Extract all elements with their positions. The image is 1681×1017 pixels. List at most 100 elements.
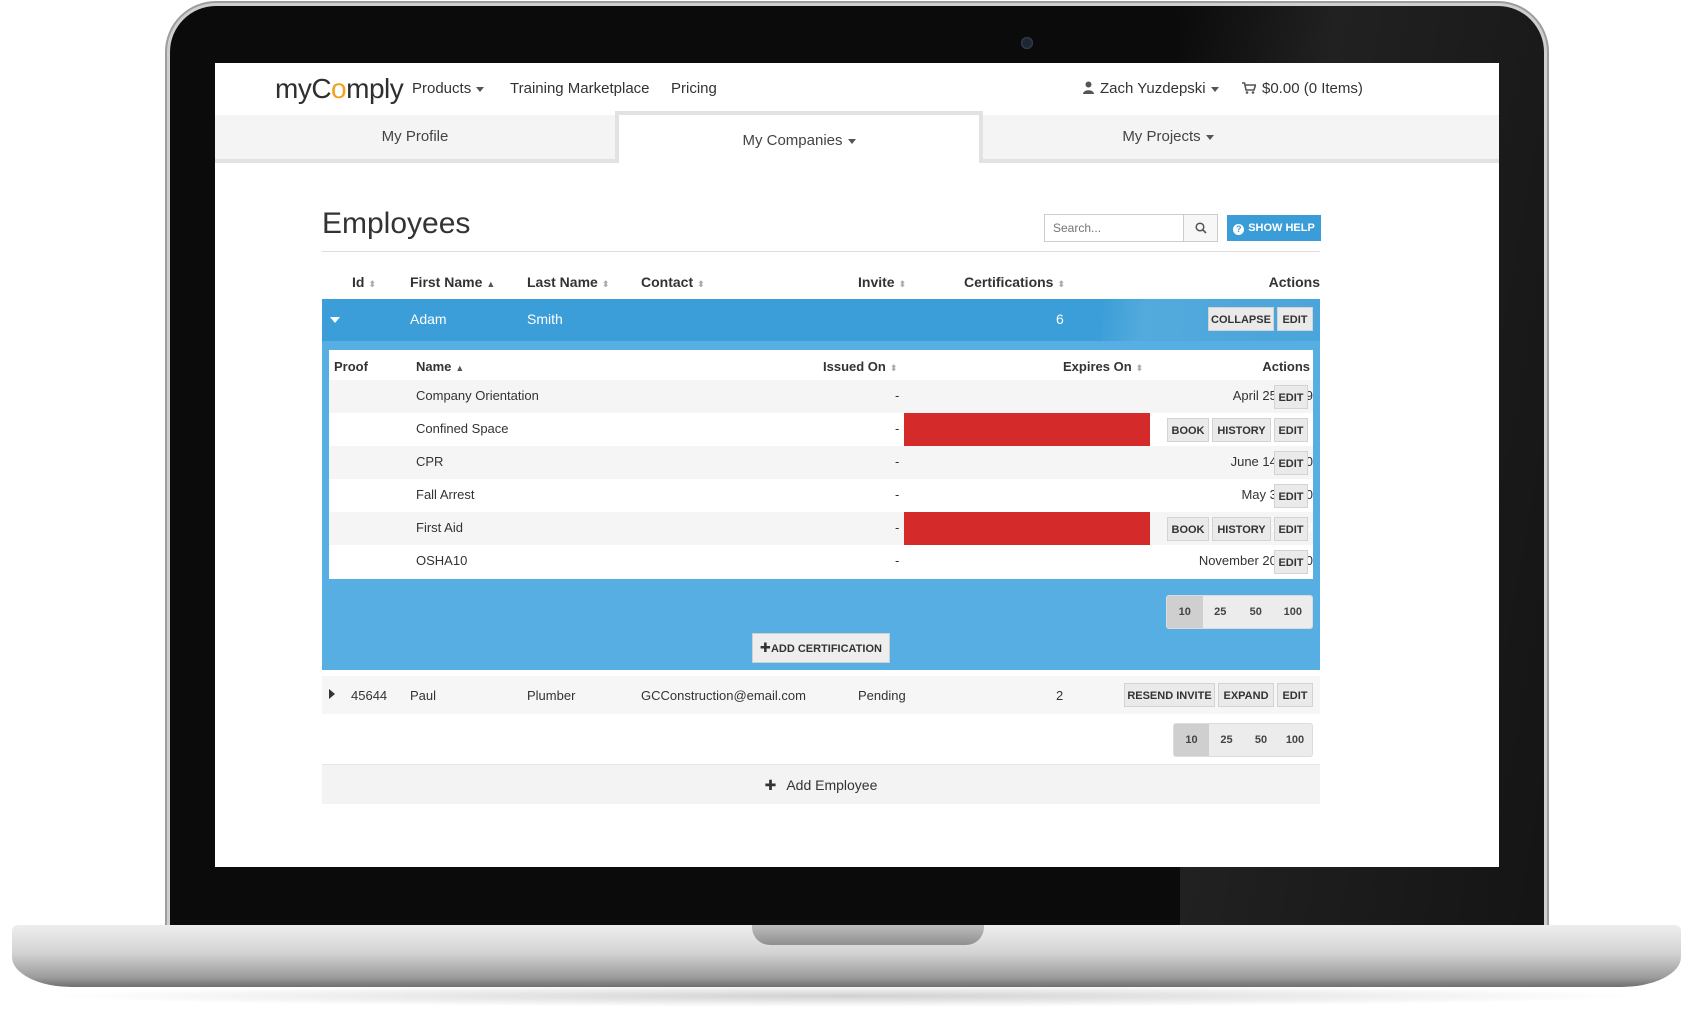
- cell-last-name: Plumber: [527, 688, 576, 703]
- cert-expires: May 3, 2020: [1241, 487, 1313, 502]
- cert-row: CPR - June 14, 2020 EDIT: [329, 446, 1313, 479]
- sort-icon: ⬍: [697, 279, 705, 289]
- show-help-button[interactable]: ? SHOW HELP: [1227, 215, 1321, 241]
- cell-invite-status: Pending: [858, 688, 906, 703]
- edit-cert-button[interactable]: EDIT: [1274, 418, 1308, 442]
- question-circle-icon: ?: [1233, 224, 1245, 235]
- tab-my-companies[interactable]: My Companies: [615, 111, 983, 163]
- book-button[interactable]: BOOK: [1167, 517, 1209, 541]
- edit-cert-button[interactable]: EDIT: [1274, 550, 1308, 574]
- sort-icon: ⬍: [1057, 279, 1066, 289]
- camera-icon: [1021, 37, 1033, 49]
- book-button[interactable]: BOOK: [1167, 418, 1209, 442]
- cell-certifications: 6: [1056, 311, 1064, 327]
- top-navbar: myComply Products Training Marketplace P…: [215, 63, 1499, 115]
- laptop-shadow: [40, 985, 1650, 1007]
- cert-row: Company Orientation - April 25, 2019 EDI…: [329, 380, 1313, 413]
- caret-down-icon: [1205, 134, 1214, 140]
- nav-products[interactable]: Products: [412, 80, 485, 97]
- user-icon: [1083, 81, 1094, 94]
- tab-my-projects[interactable]: My Projects: [983, 115, 1353, 163]
- edit-cert-button[interactable]: EDIT: [1274, 517, 1308, 541]
- cell-id: 45644: [351, 688, 388, 703]
- history-button[interactable]: HISTORY: [1212, 418, 1271, 442]
- header-actions: Actions: [1268, 274, 1320, 290]
- page-size-10[interactable]: 10: [1174, 724, 1209, 756]
- nav-training-marketplace[interactable]: Training Marketplace: [510, 80, 650, 97]
- search-icon: [1195, 222, 1207, 234]
- header-issued-on[interactable]: Issued On ⬍: [823, 359, 897, 374]
- screen: myComply Products Training Marketplace P…: [215, 63, 1499, 867]
- employee-page-size-selector: 10 25 50 100: [1173, 723, 1313, 757]
- page-size-50[interactable]: 50: [1238, 596, 1274, 628]
- header-contact[interactable]: Contact ⬍: [641, 274, 705, 290]
- history-button[interactable]: HISTORY: [1212, 517, 1271, 541]
- search-input[interactable]: [1044, 214, 1184, 242]
- nav-cart[interactable]: $0.00 (0 Items): [1242, 80, 1363, 97]
- header-invite[interactable]: Invite ⬍: [858, 274, 906, 290]
- header-certifications[interactable]: Certifications ⬍: [964, 274, 1065, 290]
- edit-employee-button[interactable]: EDIT: [1277, 683, 1313, 707]
- add-certification-button[interactable]: ✚ADD CERTIFICATION: [752, 633, 890, 663]
- caret-right-icon[interactable]: [329, 689, 335, 699]
- edit-employee-button[interactable]: EDIT: [1277, 307, 1313, 331]
- page-size-25[interactable]: 25: [1209, 724, 1244, 756]
- page-size-10[interactable]: 10: [1167, 596, 1203, 628]
- table-row-expanded[interactable]: Adam Smith 6 COLLAPSE EDIT: [322, 299, 1320, 341]
- caret-down-icon: [847, 138, 856, 144]
- page-size-25[interactable]: 25: [1203, 596, 1239, 628]
- sort-asc-icon: ▲: [455, 363, 465, 373]
- header-last-name[interactable]: Last Name ⬍: [527, 274, 609, 290]
- cell-contact: GCConstruction@email.com: [641, 688, 806, 703]
- cert-row: First Aid - February 27, 2019 BOOK HISTO…: [329, 512, 1313, 545]
- cell-first-name: Adam: [410, 311, 447, 327]
- sort-icon: ⬍: [1135, 363, 1144, 373]
- page-title: Employees: [322, 207, 471, 240]
- page-size-50[interactable]: 50: [1244, 724, 1278, 756]
- cert-expires: April 25, 2019: [1232, 388, 1313, 403]
- cell-first-name: Paul: [410, 688, 437, 703]
- cart-icon: [1242, 82, 1257, 94]
- cert-page-size-selector: 10 25 50 100: [1166, 595, 1313, 629]
- cert-expires: November 20, 2020: [1198, 553, 1313, 568]
- edit-cert-button[interactable]: EDIT: [1274, 484, 1308, 508]
- cert-name: CPR: [416, 454, 444, 469]
- plus-icon: ✚: [760, 640, 771, 655]
- header-first-name[interactable]: First Name ▲: [410, 274, 495, 290]
- sort-icon: ⬍: [889, 363, 898, 373]
- sub-navigation: My Profile My Companies My Projects: [215, 111, 1499, 163]
- sort-icon: ⬍: [368, 279, 376, 289]
- page-size-100[interactable]: 100: [1278, 724, 1312, 756]
- sort-asc-icon: ▲: [486, 279, 496, 289]
- caret-down-icon[interactable]: [330, 317, 340, 323]
- cell-certifications: 2: [1056, 688, 1064, 703]
- header-expires-on[interactable]: Expires On ⬍: [1063, 359, 1143, 374]
- cert-row: OSHA10 - November 20, 2020 EDIT: [329, 545, 1313, 578]
- add-employee-button[interactable]: ✚ Add Employee: [322, 764, 1320, 804]
- header-name[interactable]: Name ▲: [416, 359, 464, 374]
- tab-my-profile[interactable]: My Profile: [215, 115, 615, 163]
- nav-user-menu[interactable]: Zach Yuzdepski: [1083, 80, 1219, 97]
- search-button[interactable]: [1184, 214, 1218, 242]
- cert-name: First Aid: [416, 520, 463, 535]
- cert-row: Confined Space - November 29, 2017 BOOK …: [329, 413, 1313, 446]
- certifications-panel: Proof Name ▲ Issued On ⬍ Expires On ⬍ Actio…: [322, 341, 1320, 670]
- caret-down-icon: [1210, 86, 1219, 92]
- cert-expires: June 14, 2020: [1230, 454, 1313, 469]
- plus-icon: ✚: [764, 777, 777, 793]
- sort-icon: ⬍: [601, 279, 610, 289]
- brand-logo[interactable]: myComply: [275, 73, 404, 105]
- certifications-table: Proof Name ▲ Issued On ⬍ Expires On ⬍ Actio…: [329, 350, 1313, 579]
- caret-down-icon: [476, 86, 485, 92]
- cell-last-name: Smith: [527, 311, 563, 327]
- page-size-100[interactable]: 100: [1274, 596, 1312, 628]
- collapse-button[interactable]: COLLAPSE: [1208, 307, 1274, 331]
- expand-button[interactable]: EXPAND: [1218, 683, 1274, 707]
- nav-pricing[interactable]: Pricing: [671, 80, 717, 97]
- edit-cert-button[interactable]: EDIT: [1274, 451, 1308, 475]
- laptop-base: [12, 925, 1681, 987]
- table-row[interactable]: 45644 Paul Plumber GCConstruction@email.…: [322, 676, 1320, 714]
- edit-cert-button[interactable]: EDIT: [1274, 385, 1308, 409]
- header-id[interactable]: Id ⬍: [352, 274, 376, 290]
- resend-invite-button[interactable]: RESEND INVITE: [1124, 683, 1215, 707]
